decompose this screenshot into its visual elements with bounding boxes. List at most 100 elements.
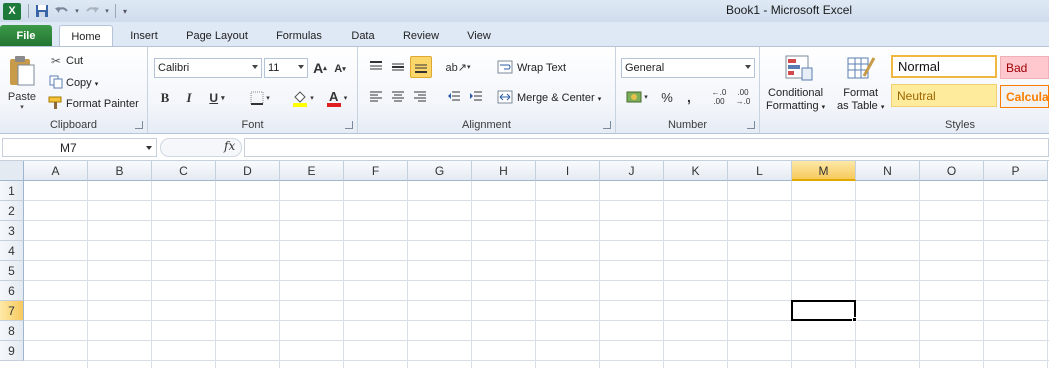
style-calculation[interactable]: Calculati (1000, 85, 1049, 108)
tab-view[interactable]: View (456, 25, 502, 46)
row-gridline (24, 300, 1049, 301)
row-header-2[interactable]: 2 (0, 201, 24, 221)
tab-formulas[interactable]: Formulas (266, 25, 332, 46)
grow-font-button[interactable]: A ▴ (311, 59, 329, 77)
align-bottom-icon[interactable] (410, 56, 432, 78)
font-name-combo[interactable]: Calibri (154, 58, 262, 78)
font-launcher-icon[interactable] (345, 121, 353, 129)
style-normal[interactable]: Normal (891, 55, 997, 78)
italic-button[interactable]: I (180, 89, 198, 107)
paste-button[interactable]: Paste ▾ (4, 51, 40, 115)
row-header-6[interactable]: 6 (0, 281, 24, 301)
number-launcher-icon[interactable] (747, 121, 755, 129)
font-color-icon: A (329, 88, 339, 104)
excel-logo-icon[interactable]: X (3, 2, 21, 20)
tab-page-layout[interactable]: Page Layout (178, 25, 256, 46)
save-icon[interactable] (33, 2, 51, 20)
tab-file[interactable]: File (0, 25, 52, 46)
clipboard-launcher-icon[interactable] (135, 121, 143, 129)
customize-qat-icon[interactable]: ▾ (120, 2, 130, 20)
column-header-c[interactable]: C (152, 161, 216, 181)
format-as-table-button[interactable]: Format as Table ▾ (837, 87, 884, 114)
tab-review[interactable]: Review (394, 25, 448, 46)
format-painter-button[interactable]: Format Painter (66, 98, 139, 110)
column-header-n[interactable]: N (856, 161, 920, 181)
row-header-1[interactable]: 1 (0, 181, 24, 201)
increase-decimal-button[interactable]: ←.0 .00 (708, 87, 730, 107)
redo-dropdown-icon[interactable]: ▾ (103, 2, 111, 20)
style-neutral[interactable]: Neutral (891, 84, 997, 107)
column-header-o[interactable]: O (920, 161, 984, 181)
select-all-corner[interactable] (0, 161, 24, 181)
bold-button[interactable]: B (156, 89, 174, 107)
merge-center-button[interactable]: Merge & Center ▾ (517, 92, 601, 104)
row-header-5[interactable]: 5 (0, 261, 24, 281)
name-box[interactable]: M7 (2, 138, 157, 157)
tab-data[interactable]: Data (340, 25, 386, 46)
fill-color-icon (293, 91, 308, 107)
align-left-icon[interactable] (366, 87, 386, 107)
column-header-f[interactable]: F (344, 161, 408, 181)
insert-function-icon[interactable]: fx (224, 139, 235, 153)
number-format-combo[interactable]: General (621, 58, 755, 78)
comma-style-button[interactable]: , (680, 87, 698, 107)
shrink-font-button[interactable]: A ▾ (332, 60, 348, 78)
column-header-b[interactable]: B (88, 161, 152, 181)
column-header-k[interactable]: K (664, 161, 728, 181)
row-header-9[interactable]: 9 (0, 341, 24, 361)
number-format-value: General (625, 62, 665, 74)
align-center-icon[interactable] (388, 87, 408, 107)
styles-group: Conditional Formatting ▾ Format as Table… (760, 47, 1049, 133)
tab-insert[interactable]: Insert (118, 25, 170, 46)
underline-button[interactable]: U ▾ (204, 89, 230, 107)
active-cell[interactable] (791, 300, 856, 321)
fill-handle[interactable] (852, 317, 857, 322)
align-middle-icon[interactable] (388, 57, 408, 77)
tab-home[interactable]: Home (59, 25, 113, 47)
column-header-p[interactable]: P (984, 161, 1048, 181)
align-right-icon[interactable] (410, 87, 430, 107)
row-header-4[interactable]: 4 (0, 241, 24, 261)
column-header-m[interactable]: M (792, 161, 856, 181)
borders-button[interactable]: ▾ (246, 89, 274, 107)
decrease-indent-icon[interactable] (444, 87, 464, 107)
undo-icon[interactable] (51, 2, 73, 20)
column-header-l[interactable]: L (728, 161, 792, 181)
alignment-launcher-icon[interactable] (603, 121, 611, 129)
column-header-g[interactable]: G (408, 161, 472, 181)
name-box-dropdown-icon (146, 146, 152, 150)
accounting-icon (626, 91, 642, 103)
increase-indent-icon[interactable] (466, 87, 486, 107)
column-header-d[interactable]: D (216, 161, 280, 181)
column-header-h[interactable]: H (472, 161, 536, 181)
row-header-3[interactable]: 3 (0, 221, 24, 241)
row-header-7[interactable]: 7 (0, 301, 24, 321)
percent-style-button[interactable]: % (658, 87, 676, 107)
row-header-8[interactable]: 8 (0, 321, 24, 341)
style-bad[interactable]: Bad (1000, 56, 1049, 79)
font-name-value: Calibri (158, 62, 190, 74)
cut-button[interactable]: Cut (66, 55, 83, 67)
number-format-dropdown-icon (745, 65, 751, 69)
font-color-button[interactable]: A ▾ (322, 88, 352, 108)
copy-label: Copy (66, 77, 92, 89)
orientation-icon[interactable]: ab↗ ▾ (444, 57, 472, 77)
wrap-text-button[interactable]: Wrap Text (517, 62, 566, 74)
fill-color-button[interactable]: ▾ (288, 88, 318, 108)
font-size-combo[interactable]: 11 (264, 58, 308, 78)
column-header-i[interactable]: I (536, 161, 600, 181)
merge-center-icon (496, 88, 514, 106)
column-header-e[interactable]: E (280, 161, 344, 181)
column-header-a[interactable]: A (24, 161, 88, 181)
align-top-icon[interactable] (366, 57, 386, 77)
accounting-format-button[interactable]: ▾ (622, 87, 652, 107)
undo-dropdown-icon[interactable]: ▾ (73, 2, 81, 20)
conditional-formatting-button[interactable]: Conditional Formatting ▾ (766, 87, 825, 114)
decrease-decimal-button[interactable]: .00 →.0 (732, 87, 754, 107)
worksheet-grid[interactable]: ABCDEFGHIJKLMNOP 123456789 (0, 161, 1049, 368)
conditional-formatting-icon (782, 53, 816, 83)
formula-input[interactable] (244, 138, 1049, 157)
copy-button[interactable]: Copy ▾ (66, 77, 98, 89)
redo-icon[interactable] (81, 2, 103, 20)
column-header-j[interactable]: J (600, 161, 664, 181)
